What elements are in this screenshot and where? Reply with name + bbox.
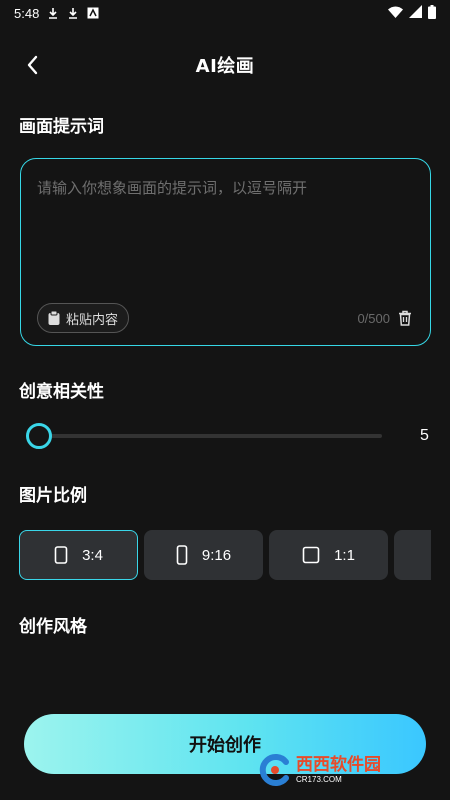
ratio-option-1-1[interactable]: 1:1 [269,530,388,580]
signal-icon [409,5,422,21]
ratio-option-3-4[interactable]: 3:4 [19,530,138,580]
ratio-options: 3:4 9:16 1:1 [19,530,431,580]
prompt-box: 粘贴内容 0/500 [20,158,431,346]
chevron-left-icon [27,55,38,75]
paste-label: 粘贴内容 [66,312,119,328]
ratio-label: 9:16 [201,546,232,564]
ratio-section-label: 图片比例 [19,486,87,506]
trash-icon [399,310,411,326]
download-icon [47,7,59,19]
status-time: 5:48 [14,5,40,21]
back-button[interactable] [18,50,48,80]
square-icon [302,546,320,564]
status-bar: 5:48 [0,0,450,26]
start-create-label: 开始创作 [189,735,261,756]
prompt-section-label: 画面提示词 [19,117,104,137]
paste-button[interactable]: 粘贴内容 [37,303,130,333]
ratio-label: 3:4 [82,546,103,564]
ratio-label: 1:1 [334,546,355,564]
site-watermark: 西西软件园 CR173.COM [258,748,434,792]
relevance-slider[interactable] [26,423,382,449]
app-notification-icon [87,7,99,19]
slider-track [26,434,382,438]
ratio-option-9-16[interactable]: 9:16 [144,530,263,580]
page-title: AI绘画 [195,56,255,77]
char-counter: 0/500 [357,311,390,326]
relevance-value: 5 [420,427,429,444]
wifi-icon [388,6,403,21]
slider-thumb[interactable] [26,423,52,449]
prompt-input[interactable] [37,177,417,287]
portrait-rect-icon [54,546,68,564]
watermark-logo-icon [259,754,289,786]
download-icon [67,7,79,19]
clear-button[interactable] [396,309,414,327]
clipboard-icon [48,310,60,325]
style-section-label: 创作风格 [19,617,87,637]
app-header: AI绘画 [0,40,450,90]
relevance-section-label: 创意相关性 [19,382,104,402]
watermark-domain: CR173.COM [296,774,342,784]
watermark-text: 西西软件园 [296,754,381,775]
ratio-option-more[interactable] [394,530,431,580]
tall-rect-icon [176,545,188,565]
battery-icon [428,4,436,22]
